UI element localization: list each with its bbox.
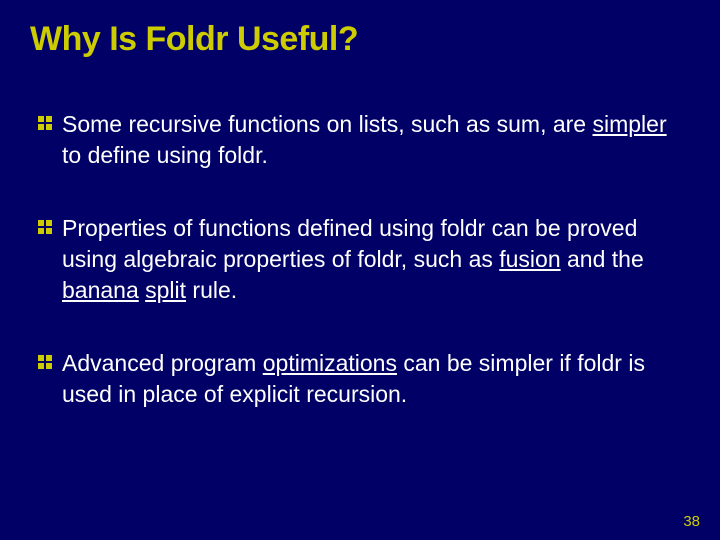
bullet-text: Advanced program optimizations can be si… <box>62 348 690 410</box>
bullet-item: Properties of functions defined using fo… <box>38 213 690 306</box>
bullet-icon <box>38 109 58 130</box>
bullet-text: Properties of functions defined using fo… <box>62 213 690 306</box>
bullet-list: Some recursive functions on lists, such … <box>30 109 690 410</box>
page-number: 38 <box>683 513 700 530</box>
bullet-icon <box>38 213 58 234</box>
bullet-item: Some recursive functions on lists, such … <box>38 109 690 171</box>
slide-title: Why Is Foldr Useful? <box>30 20 690 59</box>
bullet-icon <box>38 348 58 369</box>
bullet-item: Advanced program optimizations can be si… <box>38 348 690 410</box>
bullet-text: Some recursive functions on lists, such … <box>62 109 690 171</box>
slide: Why Is Foldr Useful? Some recursive func… <box>0 0 720 540</box>
